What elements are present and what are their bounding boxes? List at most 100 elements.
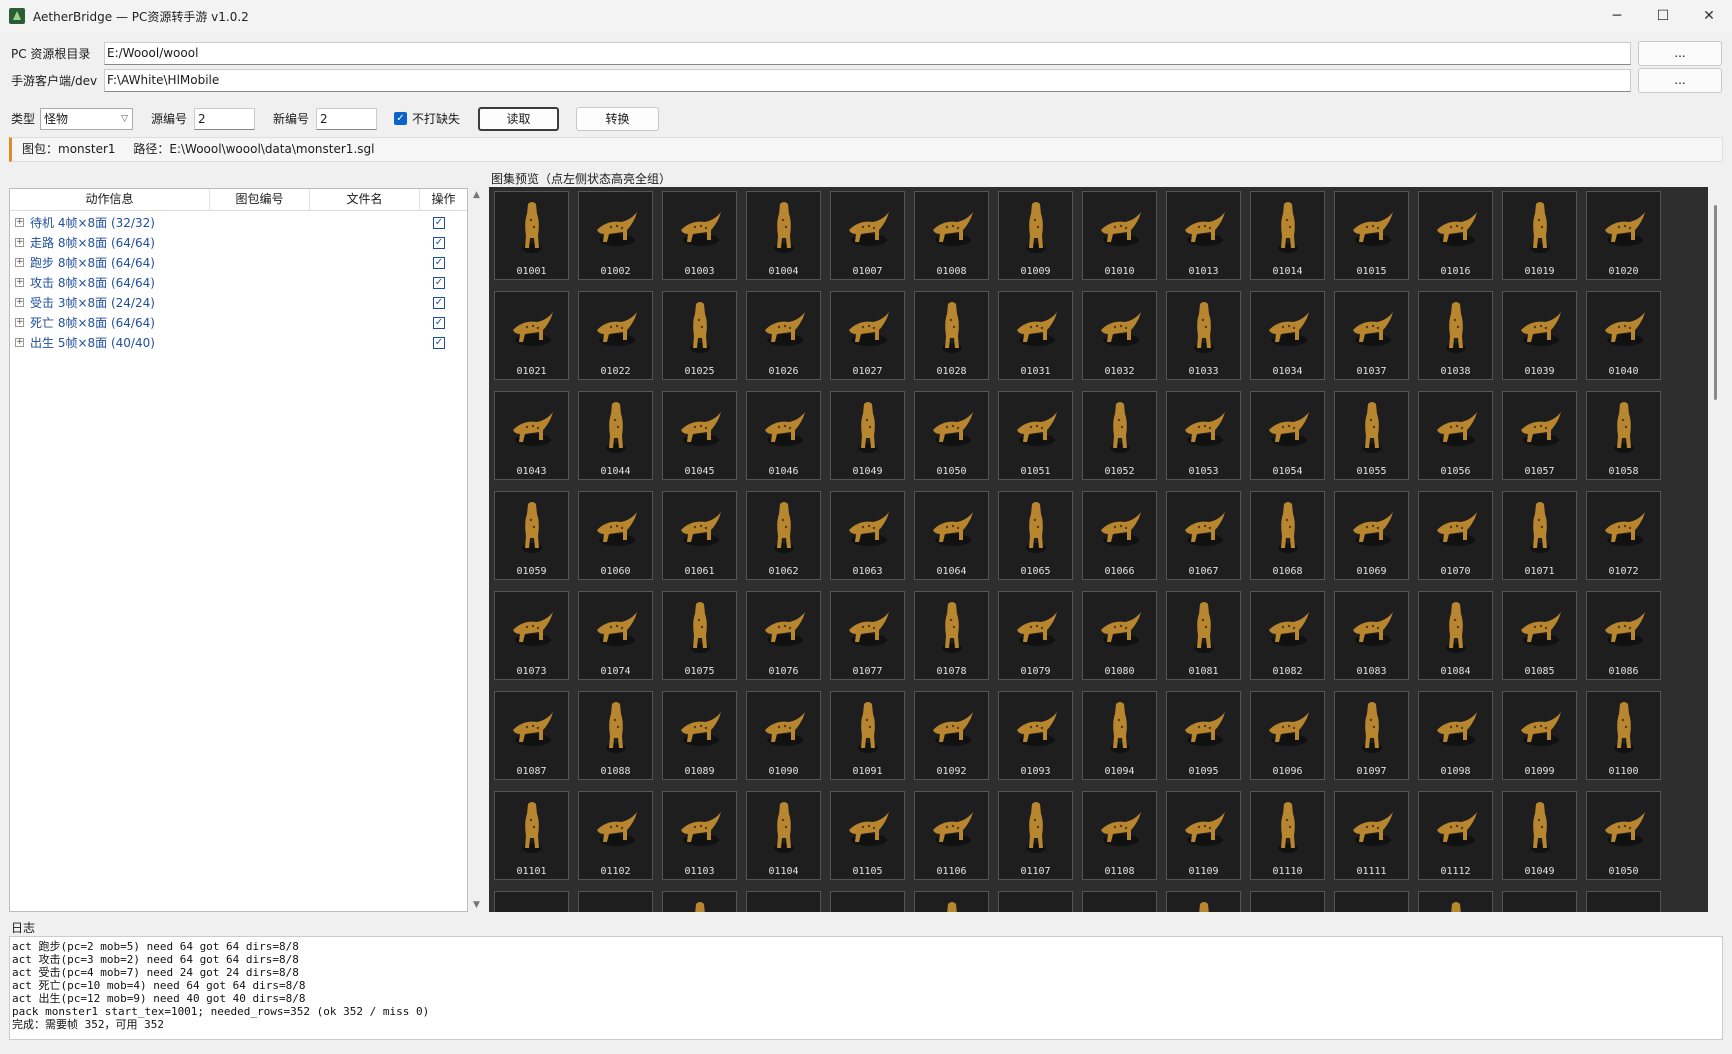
sprite-thumbnail[interactable]: 01063 <box>830 491 905 580</box>
sprite-thumbnail[interactable]: 01034 <box>1250 291 1325 380</box>
maximize-button[interactable]: ☐ <box>1640 0 1686 32</box>
close-button[interactable]: ✕ <box>1686 0 1732 32</box>
sprite-thumbnail[interactable]: 01014 <box>1250 191 1325 280</box>
sprite-thumbnail[interactable]: 01049 <box>1502 791 1577 880</box>
sprite-thumbnail[interactable]: 01059 <box>494 491 569 580</box>
sprite-thumbnail[interactable]: 01087 <box>494 691 569 780</box>
sprite-thumbnail[interactable]: 01084 <box>1418 591 1493 680</box>
sprite-thumbnail[interactable]: 01053 <box>1166 391 1241 480</box>
sprite-thumbnail[interactable]: 01037 <box>1334 291 1409 380</box>
sprite-thumbnail[interactable]: 01057 <box>1502 391 1577 480</box>
sprite-thumbnail[interactable]: 01055 <box>1334 391 1409 480</box>
new-id-input[interactable]: 2 <box>316 108 377 130</box>
sprite-thumbnail[interactable]: 01038 <box>1418 291 1493 380</box>
sprite-thumbnail[interactable]: 01013 <box>1166 191 1241 280</box>
sprite-thumbnail[interactable]: 01093 <box>998 691 1073 780</box>
sprite-thumbnail[interactable] <box>1334 891 1409 912</box>
sprite-thumbnail[interactable]: 01080 <box>1082 591 1157 680</box>
sprite-thumbnail[interactable]: 01092 <box>914 691 989 780</box>
tree-row-run[interactable]: + 跑步 8帧×8面 (64/64) ✓ <box>10 253 467 273</box>
sprite-thumbnail[interactable]: 01112 <box>1418 791 1493 880</box>
sprite-thumbnail[interactable]: 01096 <box>1250 691 1325 780</box>
tree-scrollbar[interactable]: ▲ ▼ <box>470 188 486 912</box>
sprite-thumbnail[interactable]: 01108 <box>1082 791 1157 880</box>
col-operation[interactable]: 操作 <box>420 189 467 210</box>
sprite-thumbnail[interactable] <box>662 891 737 912</box>
row-checkbox[interactable]: ✓ <box>433 297 445 309</box>
sprite-thumbnail[interactable] <box>998 891 1073 912</box>
sprite-thumbnail[interactable]: 01105 <box>830 791 905 880</box>
sprite-thumbnail[interactable]: 01004 <box>746 191 821 280</box>
tree-row-walk[interactable]: + 走路 8帧×8面 (64/64) ✓ <box>10 233 467 253</box>
sprite-thumbnail[interactable]: 01109 <box>1166 791 1241 880</box>
sprite-thumbnail[interactable]: 01027 <box>830 291 905 380</box>
sprite-thumbnail[interactable]: 01015 <box>1334 191 1409 280</box>
sprite-thumbnail[interactable]: 01077 <box>830 591 905 680</box>
sprite-thumbnail[interactable]: 01099 <box>1502 691 1577 780</box>
sprite-thumbnail[interactable]: 01050 <box>1586 791 1661 880</box>
src-id-input[interactable]: 2 <box>194 108 255 130</box>
expand-icon[interactable]: + <box>15 298 24 307</box>
sprite-thumbnail[interactable]: 01107 <box>998 791 1073 880</box>
sprite-thumbnail[interactable]: 01075 <box>662 591 737 680</box>
preview-scrollbar[interactable] <box>1708 187 1724 912</box>
sprite-thumbnail[interactable]: 01056 <box>1418 391 1493 480</box>
sprite-thumbnail[interactable] <box>1250 891 1325 912</box>
sprite-thumbnail[interactable]: 01106 <box>914 791 989 880</box>
sprite-thumbnail[interactable]: 01003 <box>662 191 737 280</box>
sprite-thumbnail[interactable]: 01066 <box>1082 491 1157 580</box>
sprite-thumbnail[interactable] <box>746 891 821 912</box>
sprite-thumbnail[interactable]: 01001 <box>494 191 569 280</box>
expand-icon[interactable]: + <box>15 278 24 287</box>
sprite-thumbnail[interactable]: 01046 <box>746 391 821 480</box>
sprite-thumbnail[interactable]: 01031 <box>998 291 1073 380</box>
preview-scroll-thumb[interactable] <box>1714 205 1717 400</box>
mobile-path-input[interactable]: F:\AWhite\HlMobile <box>104 69 1631 92</box>
sprite-thumbnail[interactable]: 01097 <box>1334 691 1409 780</box>
sprite-thumbnail[interactable]: 01078 <box>914 591 989 680</box>
sprite-thumbnail[interactable]: 01100 <box>1586 691 1661 780</box>
sprite-thumbnail[interactable]: 01070 <box>1418 491 1493 580</box>
sprite-thumbnail[interactable]: 01101 <box>494 791 569 880</box>
sprite-thumbnail[interactable]: 01032 <box>1082 291 1157 380</box>
convert-button[interactable]: 转换 <box>576 107 659 131</box>
sprite-thumbnail[interactable]: 01054 <box>1250 391 1325 480</box>
tree-row-attack[interactable]: + 攻击 8帧×8面 (64/64) ✓ <box>10 273 467 293</box>
sprite-thumbnail[interactable]: 01111 <box>1334 791 1409 880</box>
sprite-thumbnail[interactable]: 01090 <box>746 691 821 780</box>
sprite-thumbnail[interactable]: 01079 <box>998 591 1073 680</box>
row-checkbox[interactable]: ✓ <box>433 337 445 349</box>
row-checkbox[interactable]: ✓ <box>433 217 445 229</box>
col-action-info[interactable]: 动作信息 <box>10 189 210 210</box>
sprite-thumbnail[interactable]: 01051 <box>998 391 1073 480</box>
sprite-thumbnail[interactable]: 01040 <box>1586 291 1661 380</box>
pc-path-input[interactable]: E:/Woool/woool <box>104 42 1631 65</box>
sprite-thumbnail[interactable]: 01094 <box>1082 691 1157 780</box>
sprite-thumbnail[interactable]: 01060 <box>578 491 653 580</box>
pc-browse-button[interactable]: ... <box>1638 41 1722 66</box>
sprite-thumbnail[interactable]: 01025 <box>662 291 737 380</box>
read-button[interactable]: 读取 <box>478 107 559 131</box>
row-checkbox[interactable]: ✓ <box>433 317 445 329</box>
sprite-thumbnail[interactable]: 01083 <box>1334 591 1409 680</box>
scroll-down-icon[interactable]: ▼ <box>473 900 480 910</box>
sprite-thumbnail[interactable]: 01058 <box>1586 391 1661 480</box>
sprite-thumbnail[interactable]: 01067 <box>1166 491 1241 580</box>
sprite-thumbnail[interactable]: 01044 <box>578 391 653 480</box>
sprite-thumbnail[interactable]: 01085 <box>1502 591 1577 680</box>
sprite-thumbnail[interactable]: 01008 <box>914 191 989 280</box>
sprite-thumbnail[interactable]: 01052 <box>1082 391 1157 480</box>
sprite-thumbnail[interactable]: 01104 <box>746 791 821 880</box>
sprite-thumbnail[interactable]: 01039 <box>1502 291 1577 380</box>
sprite-thumbnail[interactable]: 01103 <box>662 791 737 880</box>
sprite-thumbnail[interactable]: 01010 <box>1082 191 1157 280</box>
sprite-thumbnail[interactable]: 01089 <box>662 691 737 780</box>
sprite-thumbnail[interactable]: 01028 <box>914 291 989 380</box>
sprite-thumbnail[interactable]: 01102 <box>578 791 653 880</box>
sprite-thumbnail[interactable] <box>494 891 569 912</box>
type-select[interactable]: 怪物 ▽ <box>40 108 133 130</box>
sprite-thumbnail[interactable] <box>578 891 653 912</box>
minimize-button[interactable]: ─ <box>1594 0 1640 32</box>
sprite-thumbnail[interactable]: 01074 <box>578 591 653 680</box>
sprite-thumbnail[interactable]: 01081 <box>1166 591 1241 680</box>
